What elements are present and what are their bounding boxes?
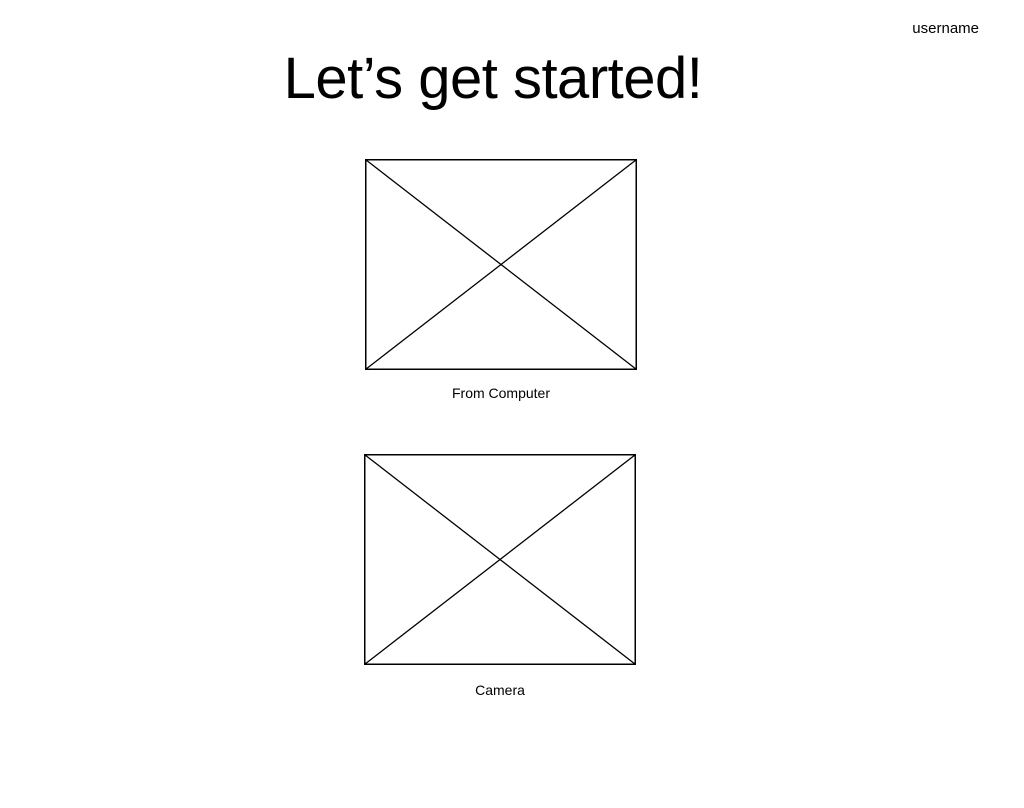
image-placeholder-icon[interactable] [365,159,637,370]
from-computer-option[interactable]: From Computer [365,159,637,401]
page-title: Let’s get started! [283,46,703,111]
from-computer-label[interactable]: From Computer [365,385,637,402]
username-link[interactable]: username [912,20,979,38]
camera-label[interactable]: Camera [364,682,636,699]
camera-option[interactable]: Camera [364,454,636,698]
image-placeholder-icon[interactable] [364,454,636,665]
